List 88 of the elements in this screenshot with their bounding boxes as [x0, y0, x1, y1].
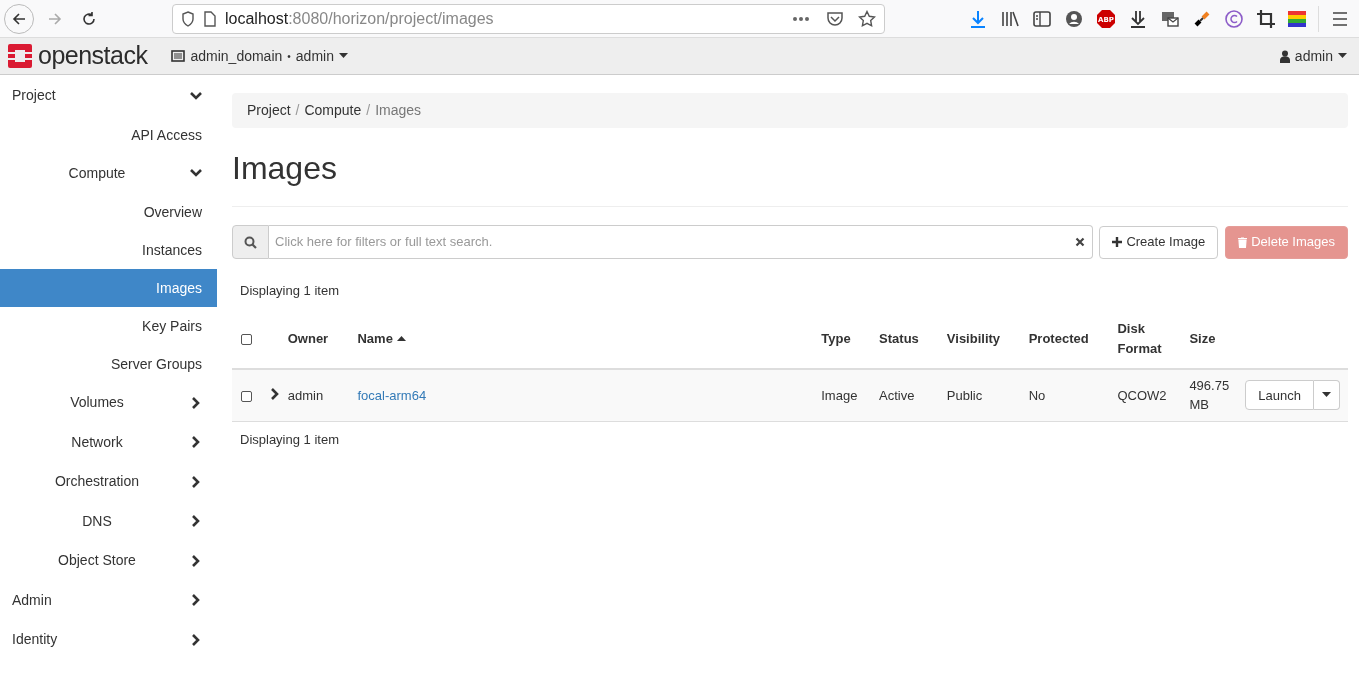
user-icon [1279, 49, 1290, 63]
table-cell: Active [879, 387, 915, 403]
address-bar[interactable]: localhost:8080/horizon/project/images [172, 3, 885, 34]
create-image-button[interactable]: Create Image [1099, 225, 1219, 259]
sidebar-group[interactable]: Orchestration [0, 462, 217, 502]
sidebar-section[interactable]: Admin [0, 580, 217, 620]
sidebar-section[interactable]: Project [0, 76, 217, 116]
chevron-right-icon [191, 475, 201, 488]
table-cell: QCOW2 [1117, 387, 1167, 403]
chevron-right-icon [191, 515, 201, 528]
crop-icon[interactable] [1256, 8, 1276, 29]
download-arrow-icon[interactable] [1128, 8, 1148, 29]
sidebar-section[interactable]: Identity [0, 620, 217, 660]
column-header[interactable]: Status [879, 329, 919, 349]
plus-icon [1112, 237, 1123, 247]
column-header[interactable]: Protected [1028, 329, 1089, 349]
table-cell: No [1028, 387, 1046, 403]
actions-dropdown[interactable] [1314, 380, 1340, 411]
table-cell: 496.75 MB [1189, 377, 1230, 413]
sidebar-item[interactable]: Instances [0, 231, 217, 269]
page-title: Images [232, 144, 1348, 207]
chevron-right-icon [191, 554, 201, 567]
caret-icon [338, 53, 348, 59]
sidebar-item[interactable]: Overview [0, 193, 217, 231]
server-icon [171, 50, 186, 62]
table-cell: Public [946, 387, 983, 403]
search-icon [244, 235, 257, 249]
sidebar-item[interactable]: API Access [0, 115, 217, 154]
search-field[interactable]: Click here for filters or full text search. [269, 225, 1094, 259]
clear-icon[interactable] [1075, 237, 1086, 247]
forward-arrow-icon [47, 10, 63, 27]
column-header[interactable]: Size [1189, 329, 1216, 349]
reload-icon [81, 10, 97, 27]
chevron-down-icon [190, 90, 202, 101]
breadcrumb-item: Images [375, 101, 422, 120]
caret-icon [1338, 53, 1347, 59]
checkbox[interactable] [241, 390, 252, 402]
breadcrumb-item[interactable]: Project [247, 100, 291, 121]
chevron-right-icon [269, 387, 280, 400]
page-icon [203, 10, 217, 27]
checkbox[interactable] [241, 334, 252, 346]
image-name-link[interactable]: focal-arm64 [357, 387, 427, 403]
column-header[interactable]: Type [821, 329, 851, 349]
menu-icon[interactable] [1331, 10, 1349, 27]
sidebar-item[interactable]: Key Pairs [0, 307, 217, 345]
column-header[interactable]: Disk Format [1117, 319, 1178, 359]
trash-icon [1238, 236, 1248, 248]
back-arrow-icon [11, 10, 27, 27]
item-count: Displaying 1 item [239, 282, 340, 300]
sidebar-item[interactable]: Images [0, 269, 217, 307]
column-header[interactable]: Visibility [946, 329, 1007, 349]
breadcrumb-separator: / [294, 101, 301, 120]
sidebar-group[interactable]: Compute [0, 153, 217, 193]
chevron-right-icon [191, 396, 201, 409]
chevron-right-icon [191, 594, 201, 607]
pocket-icon[interactable] [826, 10, 844, 27]
launch-button[interactable]: Launch [1245, 380, 1314, 411]
chevron-right-icon [191, 436, 201, 449]
sidebar-group[interactable]: Network [0, 422, 217, 462]
shield-icon [181, 10, 195, 27]
sidebar-icon[interactable] [1032, 8, 1052, 29]
column-header[interactable]: Name [357, 329, 406, 349]
url-text: localhost:8080/horizon/project/images [225, 8, 495, 29]
sidebar-group[interactable]: DNS [0, 501, 217, 541]
download-icon[interactable] [968, 8, 988, 29]
item-count: Displaying 1 item [239, 431, 340, 449]
breadcrumb-separator: / [365, 101, 372, 120]
chevron-right-icon [191, 633, 201, 646]
copyright-icon[interactable] [1224, 8, 1244, 29]
rainbow-icon[interactable] [1288, 8, 1306, 29]
more-icon[interactable] [792, 15, 810, 22]
user-dropdown[interactable]: admin [1279, 45, 1353, 67]
account-icon[interactable] [1064, 8, 1084, 29]
table-cell: admin [287, 387, 324, 403]
column-header[interactable]: Owner [287, 329, 329, 349]
sidebar-group[interactable]: Object Store [0, 541, 217, 581]
caret-icon [1322, 392, 1331, 399]
expand-icon[interactable] [269, 387, 280, 400]
sidebar-item[interactable]: Server Groups [0, 345, 217, 383]
logo-icon [6, 42, 34, 70]
sidebar-group[interactable]: Volumes [0, 383, 217, 423]
breadcrumb-item[interactable]: Compute [304, 100, 362, 121]
sort-caret-icon [396, 336, 406, 342]
project-dropdown[interactable]: admin_domain • admin [171, 45, 348, 67]
star-icon[interactable] [858, 9, 876, 28]
chevron-down-icon [190, 168, 202, 179]
logo-text: openstack [38, 40, 148, 72]
table-cell: Image [821, 387, 858, 403]
